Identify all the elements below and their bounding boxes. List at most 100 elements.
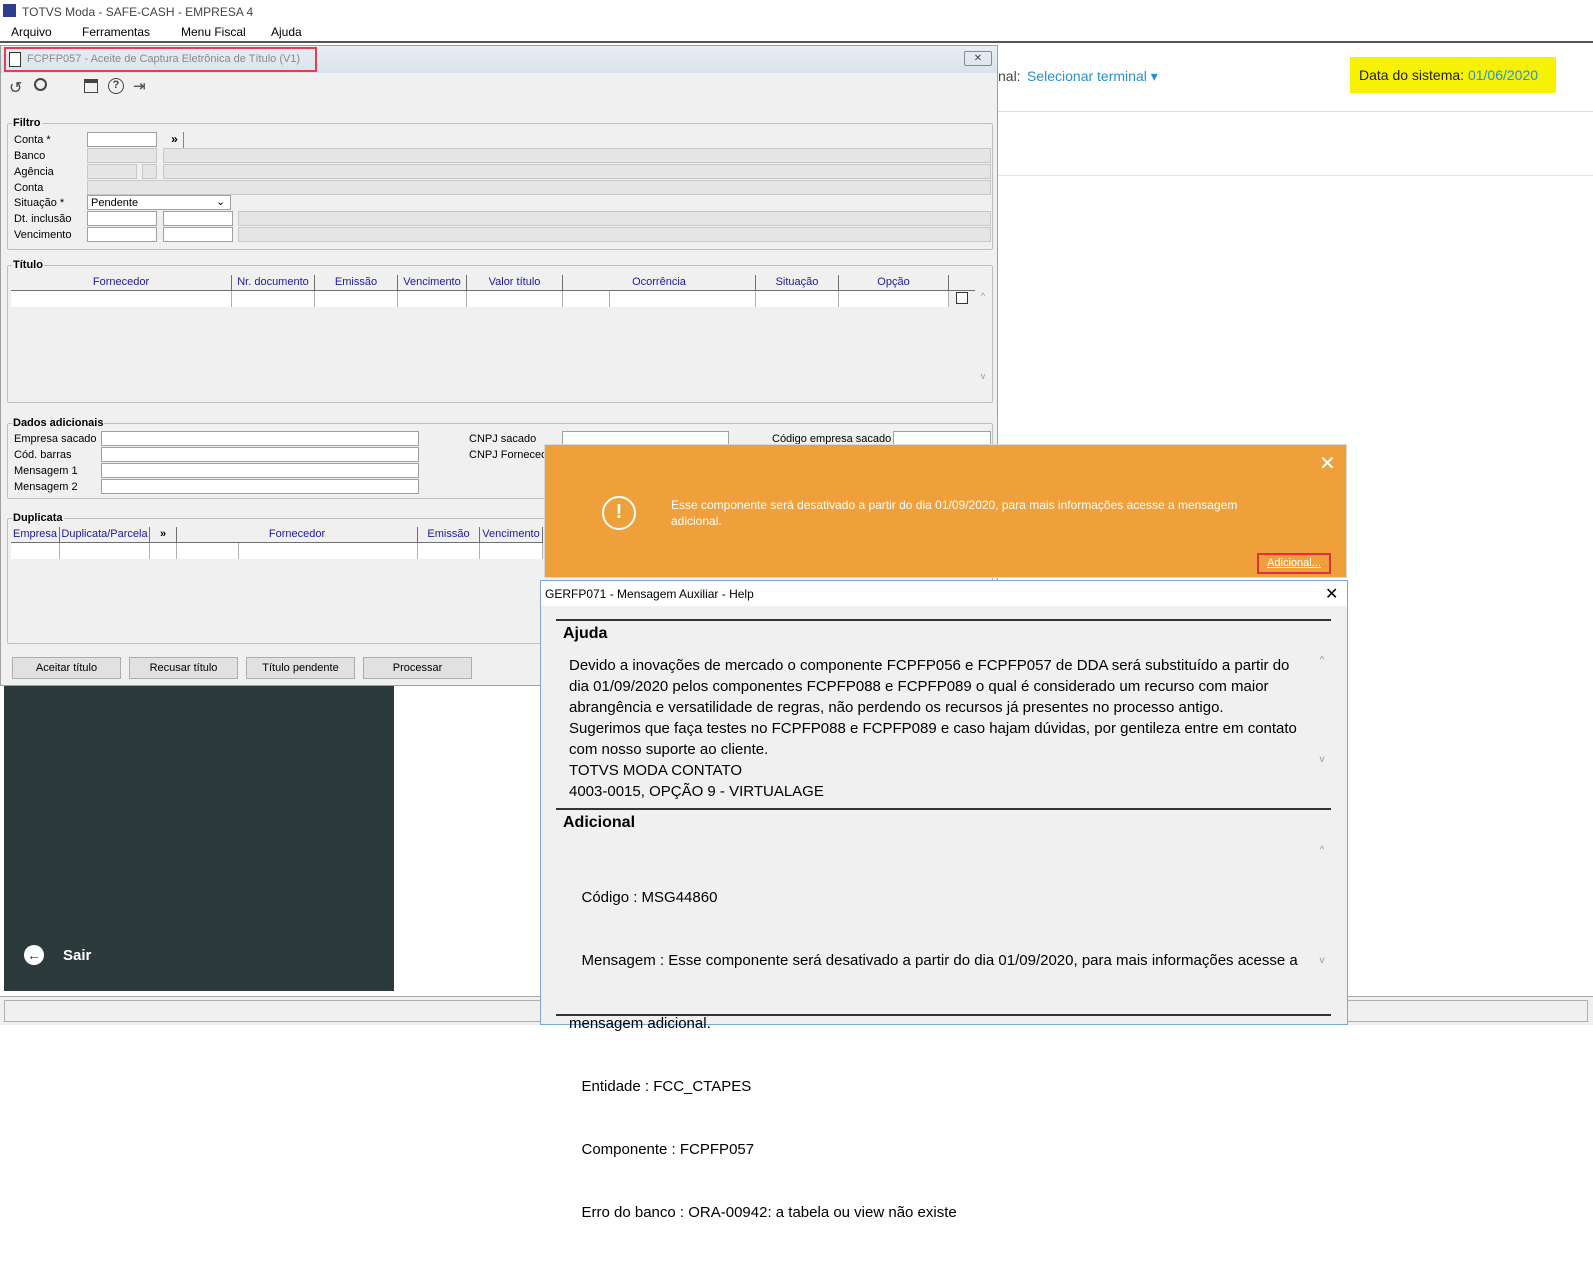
row-cell	[11, 543, 60, 559]
row-cell	[467, 291, 563, 307]
titulo-scrollbar[interactable]: ^ v	[976, 291, 990, 399]
help-close-button[interactable]: ✕	[1325, 584, 1338, 604]
col-situacao[interactable]: Situação	[756, 275, 839, 290]
label-cod-barras: Cód. barras	[14, 449, 72, 461]
window-close-button[interactable]: ✕	[964, 51, 992, 66]
aceitar-titulo-button[interactable]: Aceitar título	[12, 657, 121, 679]
titulo-legend: Título	[13, 259, 43, 271]
titulo-table-row[interactable]	[11, 291, 949, 307]
label-conta: Conta *	[14, 134, 51, 146]
help-title: GERFP071 - Mensagem Auxiliar - Help	[545, 587, 754, 601]
row-cell	[315, 291, 398, 307]
processar-button[interactable]: Processar	[363, 657, 472, 679]
row-cell	[177, 543, 239, 559]
mensagem-2-field[interactable]	[101, 479, 419, 494]
label-conta-2: Conta	[14, 182, 44, 194]
duplicata-table-header: Empresa Duplicata/Parcela » Fornecedor E…	[11, 527, 543, 543]
agencia-digit	[142, 164, 157, 179]
vencimento-from[interactable]	[87, 227, 157, 242]
adicional-top-rule	[556, 808, 1331, 810]
ajuda-line: com nosso suporte ao cliente.	[569, 741, 769, 758]
adicional-line: Erro do banco : ORA-00942: a tabela ou v…	[569, 1204, 957, 1221]
window-titlebar: FCPFP057 - Aceite de Captura Eletrônica …	[1, 46, 997, 73]
col-fornecedor-dup[interactable]: Fornecedor	[177, 527, 418, 542]
toast-close-button[interactable]: ✕	[1319, 451, 1336, 476]
label-banco: Banco	[14, 150, 46, 162]
col-nr-documento[interactable]: Nr. documento	[232, 275, 315, 290]
recusar-titulo-button[interactable]: Recusar título	[129, 657, 238, 679]
titulo-table-header: Fornecedor Nr. documento Emissão Vencime…	[11, 275, 975, 291]
back-arrow-icon[interactable]: ←	[24, 945, 44, 965]
col-vencimento-dup[interactable]: Vencimento	[480, 527, 543, 542]
col-empresa[interactable]: Empresa	[11, 527, 60, 542]
help-icon[interactable]: ?	[108, 78, 124, 94]
adicional-button[interactable]: Adicional...	[1257, 553, 1331, 574]
col-vencimento[interactable]: Vencimento	[398, 275, 467, 290]
mensagem-1-field[interactable]	[101, 463, 419, 478]
adicional-line: mensagem adicional.	[569, 1015, 711, 1032]
vencimento-to[interactable]	[163, 227, 233, 242]
col-ocorrencia[interactable]: Ocorrência	[563, 275, 756, 290]
window-title-box: FCPFP057 - Aceite de Captura Eletrônica …	[4, 47, 317, 72]
duplicata-expand-button[interactable]: »	[150, 527, 177, 542]
label-vencimento: Vencimento	[14, 229, 72, 241]
situacao-select[interactable]: Pendente ⌄	[87, 195, 231, 210]
dt-inclusao-desc	[238, 211, 991, 226]
search-icon[interactable]	[34, 78, 47, 91]
agencia-name	[163, 164, 991, 179]
cod-barras-field[interactable]	[101, 447, 419, 462]
app-icon	[3, 4, 16, 17]
calendar-icon[interactable]	[84, 79, 98, 93]
undo-icon[interactable]: ↺	[9, 78, 22, 98]
menu-arquivo[interactable]: Arquivo	[11, 25, 52, 39]
ajuda-line: TOTVS MODA CONTATO	[569, 762, 743, 779]
label-cnpj-sacado: CNPJ sacado	[469, 433, 537, 445]
col-emissao[interactable]: Emissão	[315, 275, 398, 290]
label-dt-inclusao: Dt. inclusão	[14, 213, 72, 225]
row-cell	[150, 543, 177, 559]
help-titlebar: GERFP071 - Mensagem Auxiliar - Help ✕	[541, 581, 1347, 606]
dt-inclusao-to[interactable]	[163, 211, 233, 226]
col-duplicata-parcela[interactable]: Duplicata/Parcela	[60, 527, 150, 542]
row-checkbox[interactable]	[956, 292, 968, 304]
adicional-scrollbar[interactable]: ^ v	[1315, 845, 1329, 1010]
exit-icon[interactable]: ⇥	[133, 77, 146, 95]
window-title: FCPFP057 - Aceite de Captura Eletrônica …	[27, 53, 301, 65]
col-emissao-dup[interactable]: Emissão	[418, 527, 480, 542]
duplicata-table-row[interactable]	[11, 543, 543, 559]
col-fornecedor[interactable]: Fornecedor	[11, 275, 232, 290]
toast-message: Esse componente será desativado a partir…	[671, 498, 1238, 528]
row-cell	[11, 291, 232, 307]
row-cell	[480, 543, 543, 559]
menu-fiscal[interactable]: Menu Fiscal	[181, 25, 246, 39]
row-cell	[418, 543, 480, 559]
adicional-heading: Adicional	[563, 814, 636, 831]
conta-input[interactable]	[87, 132, 157, 147]
ajuda-text: Devido a inovações de mercado o componen…	[569, 655, 1329, 802]
terminal-link[interactable]: Selecionar terminal ▾	[1027, 68, 1158, 85]
adicional-text: Código : MSG44860 Mensagem : Esse compon…	[569, 845, 1329, 1265]
col-opcao[interactable]: Opção	[839, 275, 949, 290]
banco-code	[87, 148, 157, 163]
label-mensagem-2: Mensagem 2	[14, 481, 78, 493]
row-cell	[232, 291, 315, 307]
col-valor-titulo[interactable]: Valor título	[467, 275, 563, 290]
sair-label[interactable]: Sair	[63, 947, 91, 964]
menu-ajuda[interactable]: Ajuda	[271, 25, 302, 39]
adicional-line: Componente : FCPFP057	[569, 1141, 755, 1158]
row-cell	[398, 291, 467, 307]
dark-sidebar: ← Sair	[4, 686, 394, 991]
conta-expand-button[interactable]: »	[166, 132, 184, 148]
row-cell	[756, 291, 839, 307]
row-cell	[610, 291, 756, 307]
app-titlebar: TOTVS Moda - SAFE-CASH - EMPRESA 4	[0, 0, 1593, 22]
ajuda-line: 4003-0015, OPÇÃO 9 - VIRTUALAGE	[569, 783, 824, 800]
ajuda-heading: Ajuda	[563, 625, 608, 642]
menu-ferramentas[interactable]: Ferramentas	[82, 25, 150, 39]
vencimento-desc	[238, 227, 991, 242]
duplicata-legend: Duplicata	[13, 512, 63, 524]
ajuda-scrollbar[interactable]: ^ v	[1315, 655, 1329, 805]
titulo-pendente-button[interactable]: Título pendente	[246, 657, 355, 679]
dt-inclusao-from[interactable]	[87, 211, 157, 226]
empresa-sacado-field[interactable]	[101, 431, 419, 446]
